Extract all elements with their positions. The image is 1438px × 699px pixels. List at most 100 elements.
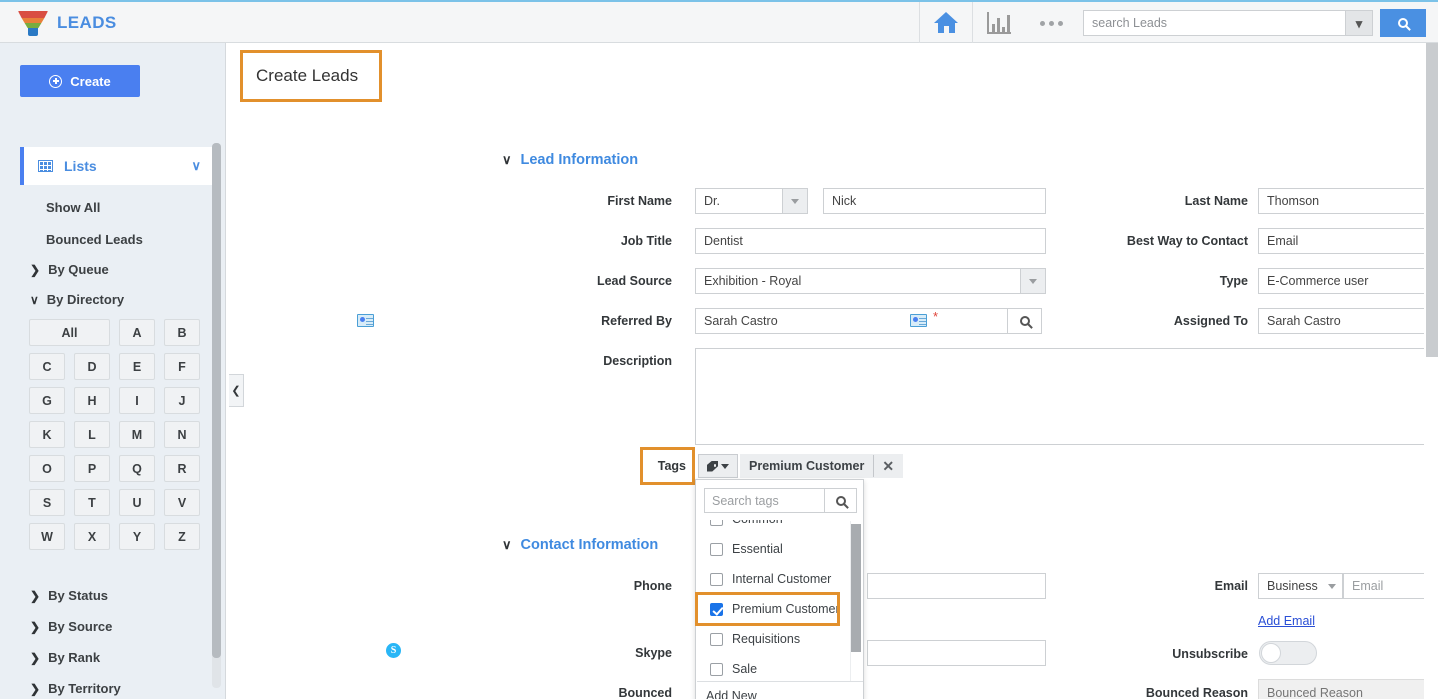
search-icon [835,495,846,506]
home-button[interactable] [920,2,972,44]
skype-input[interactable] [867,640,1046,666]
selected-tag-chip: Premium Customer ✕ [740,454,904,478]
chevron-down-icon: ∨ [502,537,512,552]
directory-letter-i[interactable]: I [119,387,155,414]
search-icon [1398,18,1408,28]
create-button[interactable]: Create [20,65,140,97]
plus-circle-icon [49,74,63,88]
more-options-button[interactable] [1025,2,1077,44]
checkbox[interactable] [710,662,723,676]
sidebar-group-label: By Territory [48,681,121,696]
tag-option-label: Internal Customer [732,572,832,586]
checkbox[interactable] [710,602,723,616]
type-value: E-Commerce user [1267,274,1369,288]
lead-source-select[interactable]: Exhibition - Royal [695,268,1046,294]
directory-letter-k[interactable]: K [29,421,65,448]
tag-search-input[interactable] [704,488,824,513]
directory-letter-e[interactable]: E [119,353,155,380]
sidebar-item-bounced-leads[interactable]: Bounced Leads [46,232,143,247]
directory-letter-r[interactable]: R [164,455,200,482]
search-scope-dropdown[interactable]: ▾ [1345,10,1373,36]
tag-search-button[interactable] [824,488,857,513]
label-bounced-reason: Bounced Reason [1145,686,1248,699]
directory-letter-d[interactable]: D [74,353,110,380]
search-submit-button[interactable] [1380,9,1426,37]
sidebar-group-by-queue[interactable]: ❯ By Queue [30,262,109,277]
sidebar-item-lists[interactable]: Lists ∨ [20,147,213,185]
section-header-lead-information[interactable]: ∨ Lead Information [502,152,638,168]
directory-letter-m[interactable]: M [119,421,155,448]
last-name-input[interactable] [1258,188,1438,214]
create-button-label: Create [70,73,111,89]
sidebar-collapse-handle[interactable]: ❮ [229,374,244,407]
section-header-contact-information[interactable]: ∨ Contact Information [502,537,658,553]
tag-option[interactable]: Internal Customer [697,564,863,594]
tag-option[interactable]: Common [697,520,863,534]
directory-letter-c[interactable]: C [29,353,65,380]
sidebar-scrollbar[interactable] [212,143,221,688]
directory-letter-h[interactable]: H [74,387,110,414]
first-name-input[interactable] [823,188,1046,214]
directory-letter-w[interactable]: W [29,523,65,550]
tag-option[interactable]: Requisitions [697,624,863,654]
tag-option[interactable]: Essential [697,534,863,564]
directory-letter-u[interactable]: U [119,489,155,516]
tag-add-new-button[interactable]: Add New [697,681,863,699]
tag-option-label: Premium Customer [732,602,840,616]
sidebar-group-by-directory[interactable]: ∨ By Directory [30,292,124,307]
directory-letter-f[interactable]: F [164,353,200,380]
bounced-reason-textarea[interactable] [1258,679,1438,699]
tag-options-list[interactable]: Common Essential Internal Customer Premium … [697,520,863,683]
job-title-input[interactable] [695,228,1046,254]
label-best-way-to-contact: Best Way to Contact [1126,234,1248,248]
directory-letter-x[interactable]: X [74,523,110,550]
directory-letter-q[interactable]: Q [119,455,155,482]
directory-letter-v[interactable]: V [164,489,200,516]
directory-letter-l[interactable]: L [74,421,110,448]
sidebar-group-by-status[interactable]: ❯ By Status [30,588,108,603]
close-icon[interactable]: ✕ [873,455,903,477]
best-way-to-contact-select[interactable]: Email [1258,228,1438,254]
label-phone: Phone [633,579,672,593]
directory-letter-o[interactable]: O [29,455,65,482]
sidebar-group-by-rank[interactable]: ❯ By Rank [30,650,100,665]
required-marker: * [933,309,939,324]
sidebar-item-show-all[interactable]: Show All [46,200,100,215]
directory-letter-j[interactable]: J [164,387,200,414]
sidebar-group-by-source[interactable]: ❯ By Source [30,619,112,634]
directory-letter-n[interactable]: N [164,421,200,448]
add-email-link[interactable]: Add Email [1258,614,1315,628]
main-scrollbar[interactable] [1424,43,1438,699]
type-select[interactable]: E-Commerce user [1258,268,1438,294]
assigned-to-input[interactable] [1258,308,1438,334]
page-title: Create Leads [240,50,382,102]
tag-option[interactable]: Sale [697,654,863,683]
directory-letter-s[interactable]: S [29,489,65,516]
checkbox[interactable] [710,520,723,526]
directory-letter-p[interactable]: P [74,455,110,482]
checkbox[interactable] [710,572,723,586]
chevron-down-icon: ∨ [30,292,39,307]
sidebar-group-by-territory[interactable]: ❯ By Territory [30,681,121,696]
directory-letter-b[interactable]: B [164,319,200,346]
salutation-select[interactable]: Dr. [695,188,808,214]
search-input[interactable] [1083,10,1345,36]
directory-letter-all[interactable]: All [29,319,110,346]
checkbox[interactable] [710,542,723,556]
tag-list-scrollbar[interactable] [850,521,861,683]
phone-input[interactable] [867,573,1046,599]
directory-letter-z[interactable]: Z [164,523,200,550]
unsubscribe-toggle[interactable] [1259,641,1317,665]
reports-button[interactable] [973,2,1025,44]
checkbox[interactable] [710,632,723,646]
label-bounced: Bounced [618,686,672,699]
directory-letter-g[interactable]: G [29,387,65,414]
description-textarea[interactable] [695,348,1438,445]
directory-letter-y[interactable]: Y [119,523,155,550]
directory-letter-a[interactable]: A [119,319,155,346]
label-job-title: Job Title [620,234,672,248]
tag-picker-button[interactable] [698,454,738,478]
directory-letter-t[interactable]: T [74,489,110,516]
email-type-select[interactable]: Business [1258,573,1343,599]
tag-option[interactable]: Premium Customer [697,594,863,624]
